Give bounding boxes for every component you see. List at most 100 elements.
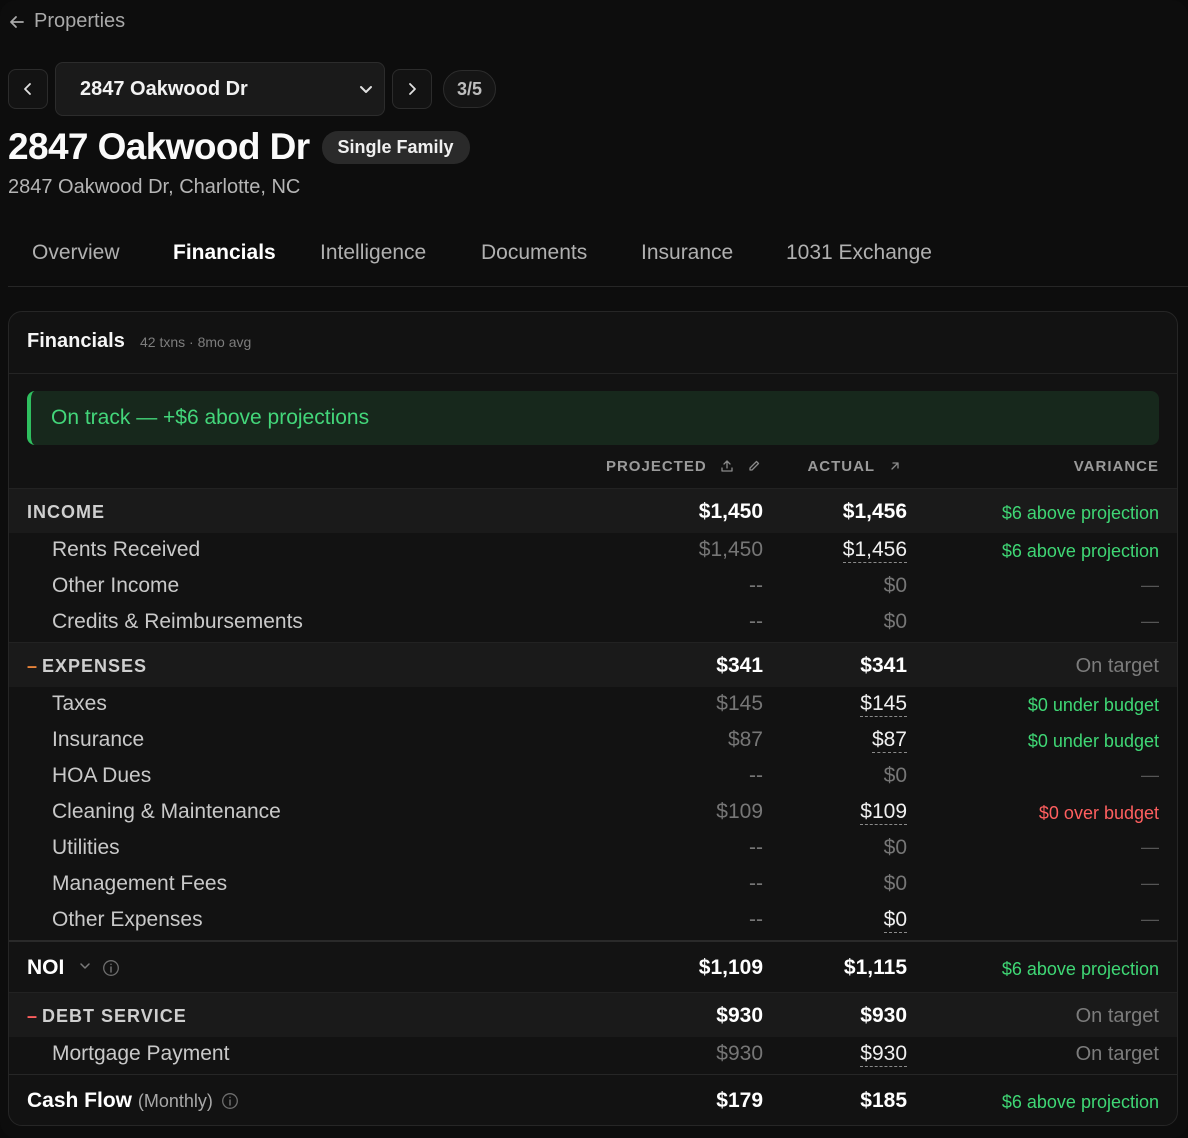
chevron-right-icon <box>409 83 416 95</box>
debt-service-label-group: – DEBT SERVICE <box>27 1006 187 1027</box>
tab-financials[interactable]: Financials <box>173 241 276 265</box>
property-address: 2847 Oakwood Dr, Charlotte, NC <box>8 176 301 198</box>
tab-insurance[interactable]: Insurance <box>641 241 733 265</box>
chevron-down-icon[interactable] <box>78 959 92 973</box>
back-label: Properties <box>34 10 126 32</box>
tab-1031-exchange[interactable]: 1031 Exchange <box>786 241 932 265</box>
expenses-collapse-dash[interactable]: – <box>27 656 38 676</box>
row-actual[interactable]: $87 <box>871 728 907 753</box>
table-row: HOA Dues -- $0 — <box>9 758 1177 794</box>
row-label: Rents Received <box>52 538 201 561</box>
income-actual: $1,456 <box>842 500 907 523</box>
row-actual[interactable]: $109 <box>860 800 907 825</box>
table-row: Utilities -- $0 — <box>9 830 1177 866</box>
card-subtitle: 42 txns · 8mo avg <box>140 334 252 350</box>
property-select[interactable]: 2847 Oakwood Dr <box>55 62 385 116</box>
cash-flow-label: Cash Flow <box>27 1089 133 1112</box>
row-actual: $0 <box>883 574 907 597</box>
expenses-projected: $341 <box>716 654 763 677</box>
income-section-row[interactable]: INCOME $1,450 $1,456 $6 above projection <box>9 488 1177 533</box>
debt-service-collapse-dash[interactable]: – <box>27 1006 38 1026</box>
row-projected: -- <box>749 872 763 895</box>
row-actual: $0 <box>883 764 907 787</box>
row-variance: — <box>1141 837 1159 857</box>
row-actual[interactable]: $930 <box>860 1042 907 1067</box>
info-icon[interactable] <box>102 959 120 977</box>
row-label: Mortgage Payment <box>52 1042 230 1065</box>
row-actual[interactable]: $1,456 <box>842 538 907 563</box>
row-projected: -- <box>749 836 763 859</box>
app-frame: Properties 2847 Oakwood Dr 3/5 2847 Oakw… <box>0 0 1188 1138</box>
next-property-button[interactable] <box>392 69 432 109</box>
row-label: Credits & Reimbursements <box>52 610 303 633</box>
row-variance: — <box>1141 873 1159 893</box>
info-icon[interactable] <box>221 1092 239 1110</box>
cash-flow-label-group: Cash Flow (Monthly) <box>27 1089 239 1113</box>
tab-documents[interactable]: Documents <box>481 241 587 265</box>
debt-service-section-row[interactable]: – DEBT SERVICE $930 $930 On target <box>9 992 1177 1037</box>
row-variance: — <box>1141 765 1159 785</box>
projected-column-header: PROJECTED <box>606 458 761 475</box>
row-actual: $0 <box>883 836 907 859</box>
noi-label-group: NOI <box>27 956 120 980</box>
row-label: Management Fees <box>52 872 228 895</box>
upload-icon[interactable] <box>720 459 734 473</box>
row-actual[interactable]: $145 <box>860 692 907 717</box>
row-projected: $87 <box>727 728 763 751</box>
property-navigator: 2847 Oakwood Dr 3/5 <box>8 62 497 116</box>
row-label: HOA Dues <box>52 764 152 787</box>
income-projected: $1,450 <box>698 500 763 523</box>
tab-intelligence[interactable]: Intelligence <box>320 241 426 265</box>
noi-variance: $6 above projection <box>1001 959 1159 979</box>
status-banner: On track — +$6 above projections <box>27 391 1159 445</box>
expenses-label-group: – EXPENSES <box>27 656 147 677</box>
debt-service-label: DEBT SERVICE <box>42 1006 187 1026</box>
chevron-down-icon <box>360 86 372 93</box>
row-projected: $930 <box>716 1042 763 1065</box>
actual-header-label: ACTUAL <box>807 458 875 475</box>
table-row: Mortgage Payment $930 $930 On target <box>9 1036 1177 1072</box>
row-variance: $0 under budget <box>1027 731 1159 751</box>
expenses-label: EXPENSES <box>42 656 148 676</box>
income-label: INCOME <box>27 502 105 522</box>
row-variance: $0 over budget <box>1038 803 1159 823</box>
expenses-section-row[interactable]: – EXPENSES $341 $341 On target <box>9 642 1177 687</box>
debt-service-variance: On target <box>1075 1005 1159 1027</box>
back-link[interactable]: Properties <box>8 10 125 33</box>
projected-header-label: PROJECTED <box>605 458 707 475</box>
tab-overview[interactable]: Overview <box>32 241 120 265</box>
table-row: Rents Received $1,450 $1,456 $6 above pr… <box>9 532 1177 568</box>
previous-property-button[interactable] <box>8 69 48 109</box>
row-label: Other Expenses <box>52 908 203 931</box>
row-variance: — <box>1141 909 1159 929</box>
row-variance: — <box>1141 575 1159 595</box>
row-actual[interactable]: $0 <box>883 908 907 933</box>
row-label: Utilities <box>52 836 120 859</box>
debt-service-projected: $930 <box>716 1004 763 1027</box>
property-counter: 3/5 <box>443 70 497 108</box>
property-type-badge: Single Family <box>321 130 470 164</box>
noi-row[interactable]: NOI $1,109 $1,115 $6 above projection <box>9 940 1177 992</box>
row-projected: $145 <box>716 692 763 715</box>
income-variance: $6 above projection <box>1001 503 1159 523</box>
row-projected: -- <box>749 908 763 931</box>
tab-bar: Overview Financials Intelligence Documen… <box>8 230 1188 287</box>
row-actual: $0 <box>883 610 907 633</box>
table-row: Taxes $145 $145 $0 under budget <box>9 686 1177 722</box>
arrow-up-right-icon[interactable] <box>888 459 902 473</box>
pencil-icon[interactable] <box>747 459 761 473</box>
expenses-variance: On target <box>1075 655 1159 677</box>
cash-flow-period: (Monthly) <box>137 1091 213 1111</box>
row-projected: $1,450 <box>698 538 763 561</box>
row-label: Cleaning & Maintenance <box>52 800 281 823</box>
debt-service-actual: $930 <box>860 1004 907 1027</box>
row-variance: On target <box>1075 1043 1159 1065</box>
table-row: Management Fees -- $0 — <box>9 866 1177 902</box>
row-label: Other Income <box>52 574 180 597</box>
page-title: 2847 Oakwood Dr <box>8 126 310 167</box>
row-variance: — <box>1141 611 1159 631</box>
table-row: Other Expenses -- $0 — <box>9 902 1177 938</box>
row-variance: $6 above projection <box>1001 541 1159 561</box>
cash-flow-row: Cash Flow (Monthly) $179 $185 $6 above p… <box>9 1074 1177 1125</box>
row-actual: $0 <box>883 872 907 895</box>
